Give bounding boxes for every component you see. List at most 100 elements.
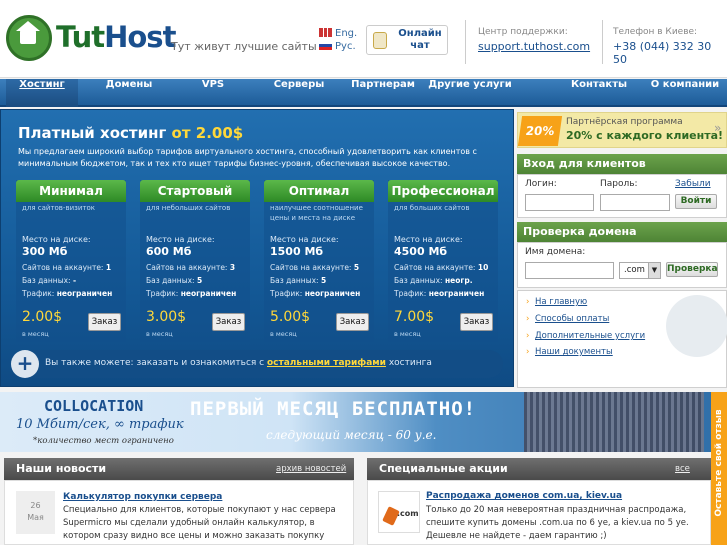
plan-card-optimal: Оптимал наилучшее соотношение цены и мес… xyxy=(264,180,374,342)
plan-traffic: Трафик: неограничен xyxy=(394,289,484,298)
plan-subtitle: для небольших сайтов xyxy=(146,204,231,212)
support-label: Центр поддержки: xyxy=(478,27,568,37)
plus-icon[interactable]: + xyxy=(11,350,39,378)
plan-sites-label: Сайтов на аккаунте: xyxy=(146,263,228,272)
plan-name[interactable]: Стартовый xyxy=(140,180,250,202)
collocation-speed: 10 Мбит/сек, ∞ трафик xyxy=(16,417,184,432)
uk-flag-icon xyxy=(319,28,332,37)
order-button[interactable]: Заказ xyxy=(336,313,369,331)
news-archive-link[interactable]: архив новостей xyxy=(276,458,346,480)
feedback-tab[interactable]: Оставьте свой отзыв xyxy=(711,392,727,545)
plan-traffic-value: неограничен xyxy=(428,289,485,298)
news-month: Мая xyxy=(27,513,44,522)
logo-text-tut: Tut xyxy=(56,20,105,54)
logo-house-icon[interactable] xyxy=(6,15,52,61)
password-input[interactable] xyxy=(600,194,670,211)
plan-per-month: в месяц xyxy=(146,330,173,338)
login-box: Логин: Пароль: Забыли Войти xyxy=(517,174,727,218)
plan-sites-label: Сайтов на аккаунте: xyxy=(394,263,476,272)
plan-db-label: Баз данных: xyxy=(146,276,195,285)
forgot-password-link[interactable]: Забыли xyxy=(675,179,711,189)
domain-promo-icon: .com xyxy=(378,491,420,533)
nav-servers[interactable]: Серверы xyxy=(264,79,334,107)
login-input[interactable] xyxy=(525,194,594,211)
quick-links: На главную Способы оплаты Дополнительные… xyxy=(517,290,727,388)
link-payment-methods[interactable]: Способы оплаты xyxy=(526,314,609,324)
link-additional-services[interactable]: Дополнительные услуги xyxy=(526,331,645,341)
plan-sites: Сайтов на аккаунте: 10 xyxy=(394,263,488,272)
plan-price: 7.00$ xyxy=(394,309,435,325)
partner-program-label: Партнёрская программа xyxy=(566,117,683,127)
promo-item-title[interactable]: Распродажа доменов com.ua, kiev.ua xyxy=(426,491,622,501)
plan-db-value: - xyxy=(72,276,77,285)
plan-traffic: Трафик: неограничен xyxy=(22,289,112,298)
promos-header: Специальные акции все акци xyxy=(367,458,711,496)
other-plans-bar: + Вы также можете: заказать и ознакомить… xyxy=(11,350,503,378)
collocation-title: COLLOCATION xyxy=(44,397,144,415)
online-chat-label: Онлайн чат xyxy=(398,28,442,51)
promo-icon-text: .com xyxy=(397,509,419,518)
login-button[interactable]: Войти xyxy=(675,194,717,209)
other-plans-link[interactable]: остальными тарифами xyxy=(267,358,386,368)
plan-name[interactable]: Минимал xyxy=(16,180,126,202)
plan-disk-size: 1500 Мб xyxy=(270,245,324,258)
plan-disk-size: 600 Мб xyxy=(146,245,192,258)
hosting-block: Платный хостинг от 2.00$ Мы предлагаем ш… xyxy=(0,109,514,387)
support-link[interactable]: support.tuthost.com xyxy=(478,40,590,53)
online-chat-button[interactable]: Онлайн чат xyxy=(366,25,448,55)
promos-title: Специальные акции xyxy=(379,462,508,475)
hosting-title-text: Платный хостинг xyxy=(18,124,167,142)
nav-vps[interactable]: VPS xyxy=(188,79,238,107)
plan-traffic-label: Трафик: xyxy=(270,289,303,298)
news-item-title[interactable]: Калькулятор покупки сервера xyxy=(63,492,222,502)
site-header: TutHost Тут живут лучшие сайты Eng. Рус.… xyxy=(0,0,727,78)
lang-english-label: Eng. xyxy=(335,28,358,39)
link-home[interactable]: На главную xyxy=(526,297,587,307)
domain-name-label: Имя домена: xyxy=(525,247,586,257)
news-day: 26 xyxy=(30,501,41,510)
phone-label: Телефон в Киеве: xyxy=(613,27,698,37)
partner-percent-badge: 20% xyxy=(517,116,563,146)
order-button[interactable]: Заказ xyxy=(212,313,245,331)
nav-hosting[interactable]: Хостинг xyxy=(6,79,78,107)
plan-disk-label: Место на диске: xyxy=(146,235,215,244)
link-documents[interactable]: Наши документы xyxy=(526,347,613,357)
lang-english-link[interactable]: Eng. xyxy=(319,28,357,39)
plan-sites-value: 10 xyxy=(477,263,489,272)
other-plans-text: Вы также можете: заказать и ознакомиться… xyxy=(45,358,432,368)
plan-name[interactable]: Профессионал xyxy=(388,180,498,202)
domain-zone-select[interactable]: .com ▼ xyxy=(619,262,661,279)
nav-other-services[interactable]: Другие услуги xyxy=(428,79,512,107)
plan-card-starter: Стартовый для небольших сайтов Место на … xyxy=(140,180,250,342)
nav-domains[interactable]: Домены xyxy=(96,79,162,107)
partner-program-banner[interactable]: 20% Партнёрская программа 20% с каждого … xyxy=(517,112,727,148)
next-month-price: следующий месяц - 60 у.е. xyxy=(266,428,437,442)
logo[interactable]: TutHost xyxy=(56,20,176,54)
house-watermark-icon xyxy=(666,295,727,357)
plan-traffic-label: Трафик: xyxy=(22,289,55,298)
nav-about[interactable]: О компании xyxy=(647,79,723,107)
plan-sites: Сайтов на аккаунте: 3 xyxy=(146,263,235,272)
logo-text-host: Host xyxy=(104,20,176,54)
lang-russian-link[interactable]: Рус. xyxy=(319,41,356,52)
nav-contacts[interactable]: Контакты xyxy=(565,79,633,107)
plan-per-month: в месяц xyxy=(270,330,297,338)
order-button[interactable]: Заказ xyxy=(460,313,493,331)
tagline: Тут живут лучшие сайты xyxy=(171,40,317,53)
plan-traffic-value: неограничен xyxy=(304,289,361,298)
plan-db: Баз данных: неогр. xyxy=(394,276,473,285)
plan-traffic: Трафик: неограничен xyxy=(270,289,360,298)
collocation-banner[interactable]: COLLOCATION 10 Мбит/сек, ∞ трафик *колич… xyxy=(0,392,727,452)
domain-input[interactable] xyxy=(525,262,614,279)
order-button[interactable]: Заказ xyxy=(88,313,121,331)
nav-partners[interactable]: Партнерам xyxy=(343,79,423,107)
domain-check-title: Проверка домена xyxy=(517,222,727,242)
plan-sites-value: 3 xyxy=(229,263,236,272)
password-label: Пароль: xyxy=(600,179,638,189)
plan-name[interactable]: Оптимал xyxy=(264,180,374,202)
header-divider xyxy=(602,20,603,64)
news-item-text: Специально для клиентов, которые покупаю… xyxy=(63,505,336,545)
domain-check-button[interactable]: Проверка xyxy=(666,262,718,277)
login-label: Логин: xyxy=(525,179,557,189)
plan-db: Баз данных: 5 xyxy=(146,276,202,285)
